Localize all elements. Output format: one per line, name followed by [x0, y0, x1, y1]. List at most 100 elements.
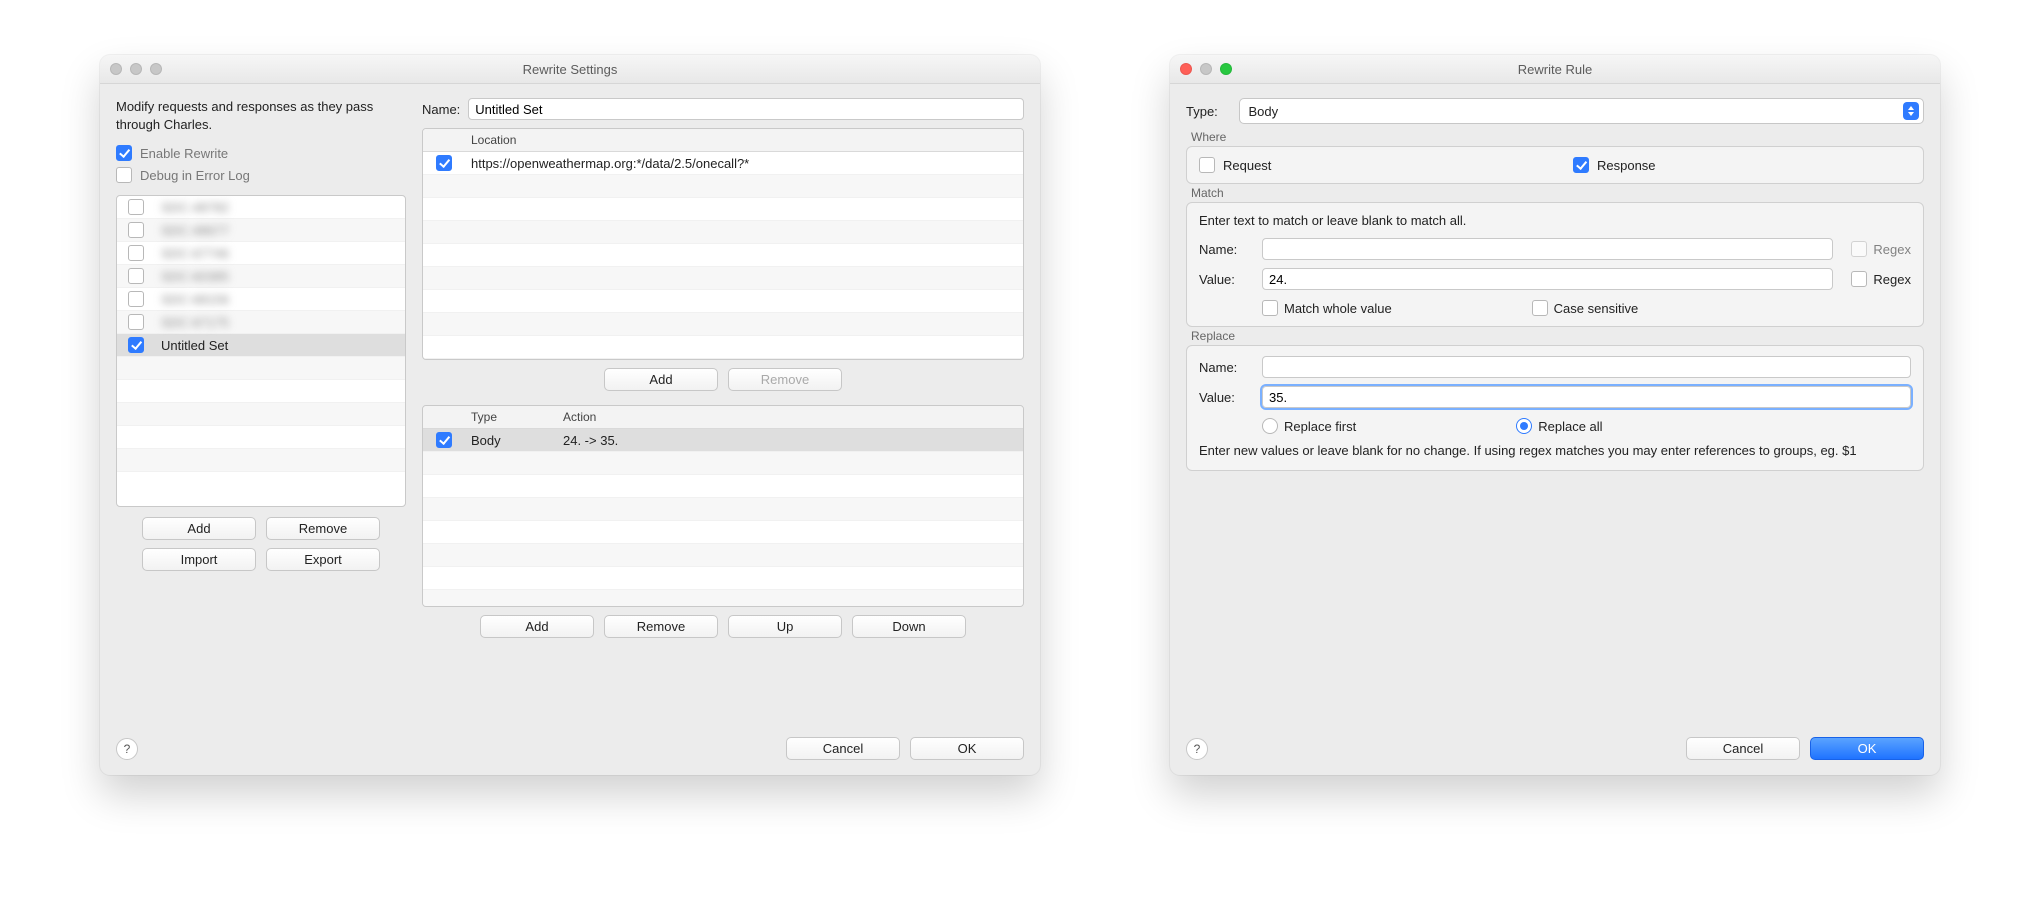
empty-row: [117, 380, 405, 403]
request-label: Request: [1223, 158, 1271, 173]
zoom-icon[interactable]: [1220, 63, 1232, 75]
replace-hint: Enter new values or leave blank for no c…: [1199, 442, 1911, 460]
rule-row[interactable]: Body24. -> 35.: [423, 429, 1023, 452]
traffic-lights: [1170, 63, 1232, 75]
replace-value-input[interactable]: [1262, 386, 1911, 408]
match-value-regex-checkbox[interactable]: [1851, 271, 1867, 287]
sets-export-button[interactable]: Export: [266, 548, 380, 571]
match-title: Match: [1189, 186, 1226, 200]
location-row[interactable]: https://openweathermap.org:*/data/2.5/on…: [423, 152, 1023, 175]
sets-list-row[interactable]: SDC-48782: [117, 196, 405, 219]
type-value: Body: [1248, 104, 1278, 119]
sets-list-row[interactable]: SDC-67175: [117, 311, 405, 334]
cancel-button[interactable]: Cancel: [1686, 737, 1800, 760]
set-label: SDC-48782: [155, 198, 405, 217]
sets-import-button[interactable]: Import: [142, 548, 256, 571]
window-rewrite-rule: Rewrite Rule Type: Body Where Request Re…: [1170, 55, 1940, 775]
help-icon[interactable]: ?: [1186, 738, 1208, 760]
replace-name-label: Name:: [1199, 360, 1254, 375]
case-sensitive-label: Case sensitive: [1554, 301, 1639, 316]
replace-title: Replace: [1189, 329, 1237, 343]
replace-value-label: Value:: [1199, 390, 1254, 405]
replace-first-label: Replace first: [1284, 419, 1356, 434]
replace-all-radio[interactable]: [1516, 418, 1532, 434]
replace-name-input[interactable]: [1262, 356, 1911, 378]
enable-rewrite-checkbox[interactable]: [116, 145, 132, 161]
type-select[interactable]: Body: [1239, 98, 1924, 124]
set-checkbox[interactable]: [128, 245, 144, 261]
set-label: SDC-68156: [155, 290, 405, 309]
rules-header-type: Type: [465, 406, 557, 428]
name-label: Name:: [422, 102, 460, 117]
sets-list-row[interactable]: SDC-68156: [117, 288, 405, 311]
sets-list[interactable]: SDC-48782 SDC-48677 SDC-67746 SDC-60385 SDC-…: [116, 195, 406, 507]
rules-list[interactable]: Type Action Body24. -> 35.: [422, 405, 1024, 607]
rule-checkbox[interactable]: [436, 432, 452, 448]
ok-button[interactable]: OK: [910, 737, 1024, 760]
sets-list-row[interactable]: SDC-60385: [117, 265, 405, 288]
sets-list-row[interactable]: SDC-67746: [117, 242, 405, 265]
match-hint: Enter text to match or leave blank to ma…: [1199, 213, 1911, 228]
description: Modify requests and responses as they pa…: [116, 98, 406, 133]
match-name-regex-checkbox[interactable]: [1851, 241, 1867, 257]
set-checkbox[interactable]: [128, 291, 144, 307]
replace-first-radio[interactable]: [1262, 418, 1278, 434]
empty-row: [423, 198, 1023, 221]
rules-down-button[interactable]: Down: [852, 615, 966, 638]
empty-row: [423, 590, 1023, 607]
rules-header-action: Action: [557, 406, 1023, 428]
sets-remove-button[interactable]: Remove: [266, 517, 380, 540]
locations-add-button[interactable]: Add: [604, 368, 718, 391]
rules-up-button[interactable]: Up: [728, 615, 842, 638]
empty-row: [117, 403, 405, 426]
help-icon[interactable]: ?: [116, 738, 138, 760]
chevron-up-down-icon: [1903, 102, 1919, 120]
zoom-icon[interactable]: [150, 63, 162, 75]
match-whole-checkbox[interactable]: [1262, 300, 1278, 316]
close-icon[interactable]: [1180, 63, 1192, 75]
locations-header: Location: [465, 129, 1023, 151]
sets-add-button[interactable]: Add: [142, 517, 256, 540]
replace-all-label: Replace all: [1538, 419, 1602, 434]
replace-group: Replace Name: Value: Replace first Repla…: [1186, 345, 1924, 471]
rules-remove-button[interactable]: Remove: [604, 615, 718, 638]
set-checkbox[interactable]: [128, 222, 144, 238]
location-url: https://openweathermap.org:*/data/2.5/on…: [465, 154, 1023, 173]
ok-button[interactable]: OK: [1810, 737, 1924, 760]
debug-checkbox[interactable]: [116, 167, 132, 183]
window-title: Rewrite Settings: [100, 62, 1040, 77]
rule-type: Body: [465, 431, 557, 450]
set-checkbox[interactable]: [128, 314, 144, 330]
locations-remove-button[interactable]: Remove: [728, 368, 842, 391]
set-checkbox[interactable]: [128, 337, 144, 353]
cancel-button[interactable]: Cancel: [786, 737, 900, 760]
window-title: Rewrite Rule: [1170, 62, 1940, 77]
empty-row: [117, 449, 405, 472]
match-name-input[interactable]: [1262, 238, 1833, 260]
set-checkbox[interactable]: [128, 268, 144, 284]
case-sensitive-checkbox[interactable]: [1532, 300, 1548, 316]
sets-list-row[interactable]: Untitled Set: [117, 334, 405, 357]
enable-rewrite-label: Enable Rewrite: [140, 146, 228, 161]
match-value-input[interactable]: [1262, 268, 1833, 290]
rules-add-button[interactable]: Add: [480, 615, 594, 638]
minimize-icon[interactable]: [1200, 63, 1212, 75]
locations-list[interactable]: Location https://openweathermap.org:*/da…: [422, 128, 1024, 360]
match-whole-label: Match whole value: [1284, 301, 1392, 316]
request-checkbox[interactable]: [1199, 157, 1215, 173]
empty-row: [423, 336, 1023, 359]
where-title: Where: [1189, 130, 1228, 144]
location-checkbox[interactable]: [436, 155, 452, 171]
titlebar: Rewrite Settings: [100, 55, 1040, 84]
empty-row: [423, 175, 1023, 198]
empty-row: [423, 267, 1023, 290]
sets-list-row[interactable]: SDC-48677: [117, 219, 405, 242]
response-checkbox[interactable]: [1573, 157, 1589, 173]
name-input[interactable]: [468, 98, 1024, 120]
empty-row: [423, 221, 1023, 244]
minimize-icon[interactable]: [130, 63, 142, 75]
match-value-label: Value:: [1199, 272, 1254, 287]
set-checkbox[interactable]: [128, 199, 144, 215]
set-label: SDC-67746: [155, 244, 405, 263]
close-icon[interactable]: [110, 63, 122, 75]
